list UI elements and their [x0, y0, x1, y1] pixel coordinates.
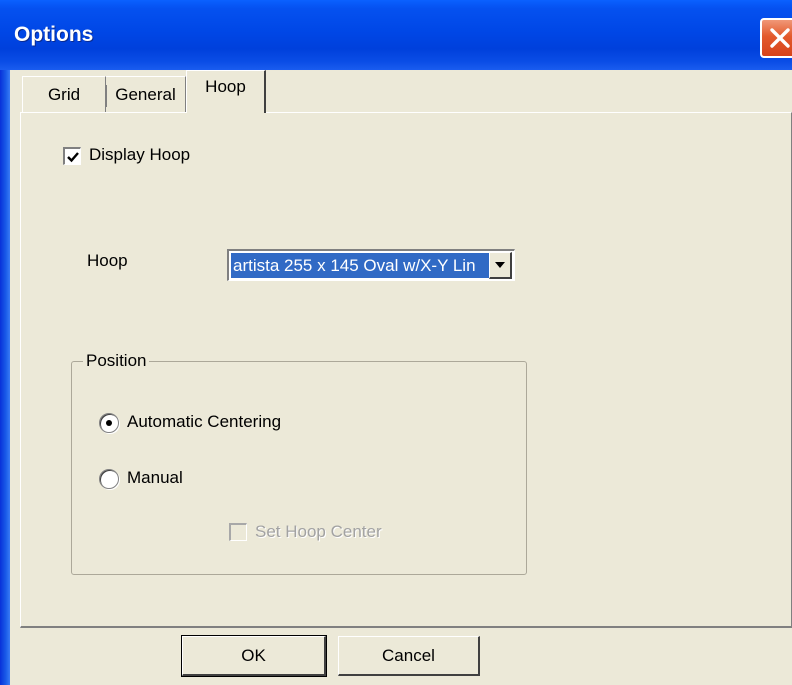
check-icon [67, 152, 79, 163]
cancel-button-label: Cancel [382, 645, 435, 665]
hoop-select[interactable]: artista 255 x 145 Oval w/X-Y Lin [227, 249, 515, 281]
ok-button[interactable]: OK [181, 635, 327, 677]
set-hoop-center-checkbox[interactable] [229, 523, 247, 541]
manual-radio[interactable] [99, 469, 119, 489]
set-hoop-center-label: Set Hoop Center [255, 522, 382, 541]
tab-general[interactable]: General [106, 76, 186, 112]
manual-label: Manual [127, 468, 183, 487]
tab-panel-hoop: Display Hoop Hoop artista 255 x 145 Oval… [20, 112, 792, 628]
hoop-select-dropdown-button[interactable] [489, 252, 512, 279]
tab-hoop-label: Hoop [205, 77, 246, 96]
ok-button-label: OK [241, 645, 266, 665]
tab-separator [106, 85, 107, 107]
window-border [0, 0, 10, 685]
display-hoop-checkbox[interactable] [63, 147, 81, 165]
close-button[interactable] [760, 18, 792, 58]
automatic-centering-label: Automatic Centering [127, 412, 282, 431]
cancel-button[interactable]: Cancel [338, 636, 480, 676]
position-group-title: Position [83, 351, 150, 371]
display-hoop-label: Display Hoop [89, 145, 191, 164]
radio-selected-dot [106, 420, 112, 426]
automatic-centering-radio[interactable] [99, 413, 119, 433]
tab-grid[interactable]: Grid [22, 76, 106, 112]
tab-general-label: General [115, 85, 176, 104]
dialog-client: Grid General Hoop Display Hoop Hoop arti… [10, 70, 792, 685]
hoop-select-value: artista 255 x 145 Oval w/X-Y Lin [231, 253, 489, 278]
hoop-label: Hoop [87, 251, 128, 270]
chevron-down-icon [495, 262, 505, 268]
tab-grid-label: Grid [47, 85, 81, 104]
tab-hoop[interactable]: Hoop [186, 70, 266, 113]
window-title: Options [14, 23, 94, 46]
close-icon [768, 26, 792, 50]
title-bar[interactable]: Options [0, 0, 792, 70]
